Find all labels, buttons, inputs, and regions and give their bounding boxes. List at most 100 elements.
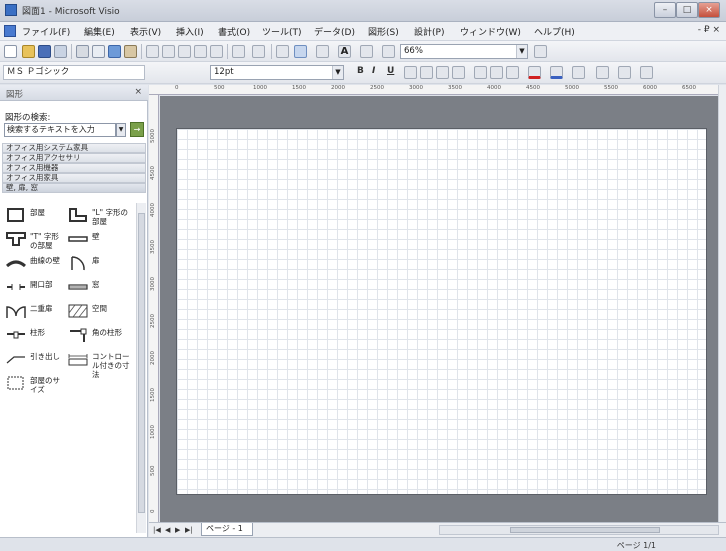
fill-color-icon[interactable] [572,66,585,79]
line-ends-icon[interactable] [640,66,653,79]
stencil-office-system-furniture[interactable]: オフィス用システム家具 [2,143,146,153]
decrease-indent-icon[interactable] [490,66,503,79]
copy-icon[interactable] [162,45,175,58]
menu-help[interactable]: ヘルプ(H) [534,25,575,38]
stencil-office-accessories[interactable]: オフィス用アクセサリ [2,153,146,163]
line-pattern-icon[interactable] [618,66,631,79]
document-icon[interactable] [4,25,16,37]
vertical-scrollbar[interactable] [718,85,726,522]
chevron-down-icon[interactable]: ▼ [332,66,343,79]
close-button[interactable]: × [698,2,720,18]
menu-format[interactable]: 書式(O) [218,25,250,38]
tab-page-1[interactable]: ページ - 1 [201,523,253,536]
first-page-button[interactable]: |◀ [153,526,161,534]
shapes-pane-scrollbar[interactable] [136,203,146,533]
align-left-icon[interactable] [404,66,417,79]
increase-indent-icon[interactable] [506,66,519,79]
justify-icon[interactable] [452,66,465,79]
permission-icon[interactable] [54,45,67,58]
cut-icon[interactable] [146,45,159,58]
horizontal-scrollbar[interactable] [439,525,719,535]
maximize-button[interactable]: □ [676,2,698,18]
shape-space[interactable]: 空間 [68,301,134,323]
chevron-down-icon[interactable]: ▼ [516,45,527,58]
shape-wall[interactable]: 壁 [68,229,134,251]
menu-tools[interactable]: ツール(T) [262,25,302,38]
new-icon[interactable] [4,45,17,58]
search-go-button[interactable]: → [130,122,144,137]
menu-insert[interactable]: 挿入(I) [176,25,204,38]
zoom-combo[interactable]: 66% ▼ [400,44,528,59]
print-preview-icon[interactable] [92,45,105,58]
shape-corner-pillar[interactable]: 角の柱形 [68,325,134,347]
shape-t-room[interactable]: "T" 字形の部屋 [6,229,66,251]
opening-icon [7,284,25,290]
font-color-icon[interactable] [528,66,541,79]
previous-page-button[interactable]: ◀ [165,526,170,534]
menu-data[interactable]: データ(D) [314,25,355,38]
print-icon[interactable] [76,45,89,58]
line-weight-icon[interactable] [596,66,609,79]
stencil-walls-doors-windows[interactable]: 壁, 扉, 窓 [2,183,146,193]
menu-edit[interactable]: 編集(E) [84,25,115,38]
stamp-tool-icon[interactable] [382,45,395,58]
visio-app-icon[interactable] [5,4,17,16]
minimize-button[interactable]: – [654,2,676,18]
redo-icon[interactable] [252,45,265,58]
shape-opening[interactable]: 開口部 [6,277,66,299]
format-painter-icon[interactable] [210,45,223,58]
bullets-icon[interactable] [474,66,487,79]
research-icon[interactable] [124,45,137,58]
menu-design[interactable]: 設計(P) [414,25,444,38]
toolbar-separator [141,44,142,59]
underline-button[interactable]: U [387,66,394,76]
bold-button[interactable]: B [357,66,364,76]
align-center-icon[interactable] [420,66,433,79]
document-window-controls[interactable]: - ₽ × [698,25,720,35]
line-color-icon[interactable] [550,66,563,79]
shape-door[interactable]: 扉 [68,253,134,275]
pointer-tool-icon[interactable] [294,45,307,58]
connector-tool-icon[interactable] [316,45,329,58]
shape-callout[interactable]: 引き出し [6,349,66,371]
drawing-tools-icon[interactable] [360,45,373,58]
font-combo[interactable]: ＭＳ Ｐゴシック [3,65,145,80]
paste-icon[interactable] [178,45,191,58]
spelling-icon[interactable] [108,45,121,58]
search-shapes-input[interactable]: 検索するテキストを入力 [4,123,116,137]
scrollbar-thumb[interactable] [138,213,145,513]
chevron-down-icon[interactable]: ▼ [116,123,126,137]
open-icon[interactable] [22,45,35,58]
menu-view[interactable]: 表示(V) [130,25,161,38]
next-page-button[interactable]: ▶ [175,526,180,534]
stencil-office-equipment[interactable]: オフィス用機器 [2,163,146,173]
standard-toolbar: A 66% ▼ [0,41,726,62]
undo-icon[interactable] [232,45,245,58]
delete-icon[interactable] [194,45,207,58]
menu-window[interactable]: ウィンドウ(W) [460,25,521,38]
text-tool-icon[interactable]: A [338,45,351,58]
shape-dimension-with-controls[interactable]: コントロール付きの寸法 [68,349,134,379]
scrollbar-thumb[interactable] [510,527,660,533]
ruler-tick-label: 0 [150,509,156,514]
drawing-page[interactable] [176,128,707,495]
last-page-button[interactable]: ▶| [185,526,193,534]
shape-room-size[interactable]: 部屋のサイズ [6,373,66,399]
shape-pillar[interactable]: 柱形 [6,325,66,347]
save-icon[interactable] [38,45,51,58]
shape-room[interactable]: 部屋 [6,205,66,227]
close-icon[interactable]: × [134,87,142,97]
insert-hyperlink-icon[interactable] [276,45,289,58]
ruler-tick-label: 500 [150,465,156,477]
stencil-office-furniture[interactable]: オフィス用家具 [2,173,146,183]
menu-shape[interactable]: 図形(S) [368,25,399,38]
shape-window[interactable]: 窓 [68,277,134,299]
menu-file[interactable]: ファイル(F) [22,25,70,38]
shape-l-room[interactable]: "L" 字形の部屋 [68,205,134,227]
font-size-combo[interactable]: 12pt ▼ [210,65,344,80]
align-right-icon[interactable] [436,66,449,79]
help-icon[interactable] [534,45,547,58]
italic-button[interactable]: I [372,66,375,76]
shape-curved-wall[interactable]: 曲線の壁 [6,253,66,275]
shape-double-door[interactable]: 二重扉 [6,301,66,323]
